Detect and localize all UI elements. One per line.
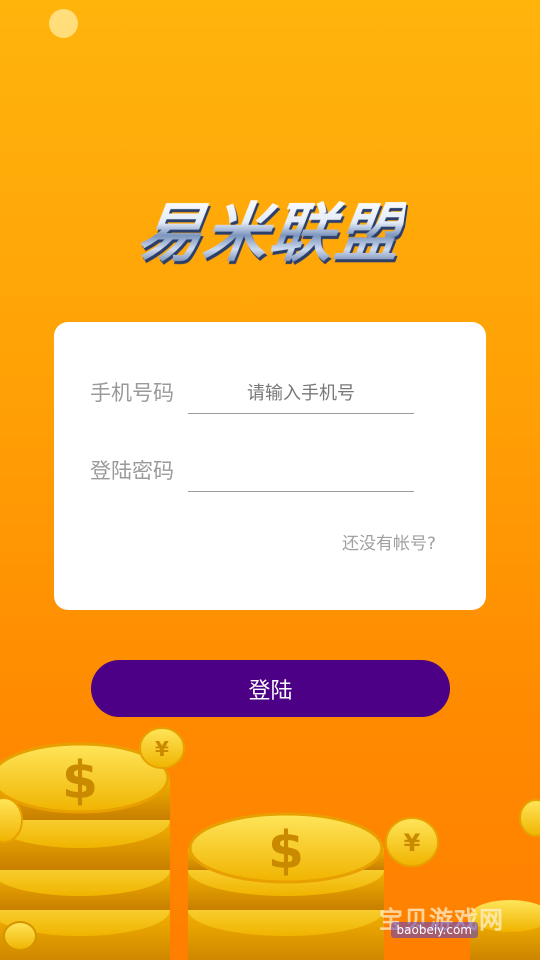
yen-coin-small: ¥ — [139, 727, 185, 769]
phone-field[interactable] — [188, 373, 414, 414]
password-field[interactable] — [188, 451, 414, 492]
login-card: 手机号码 登陆密码 还没有帐号? — [54, 322, 486, 610]
svg-text:$: $ — [62, 751, 98, 811]
phone-input[interactable] — [188, 373, 414, 413]
coin-small-bottom — [3, 921, 37, 951]
coin-edge-right — [519, 799, 540, 837]
password-label: 登陆密码 — [90, 459, 174, 483]
login-button[interactable]: 登陆 — [91, 660, 450, 717]
coin-stack-center: $ — [188, 812, 384, 960]
brand-logo: 易米联盟 — [0, 196, 540, 272]
svg-text:¥: ¥ — [155, 737, 169, 761]
decorative-bubble — [49, 9, 78, 38]
phone-label: 手机号码 — [90, 381, 174, 405]
password-input[interactable] — [188, 451, 414, 491]
watermark-domain: baobeiy.com — [390, 922, 478, 938]
svg-text:$: $ — [268, 821, 304, 881]
no-account-link[interactable]: 还没有帐号? — [342, 529, 436, 554]
svg-text:¥: ¥ — [404, 829, 421, 857]
logo-text: 易米联盟 — [132, 197, 408, 271]
yen-coin-right: ¥ — [385, 817, 439, 867]
